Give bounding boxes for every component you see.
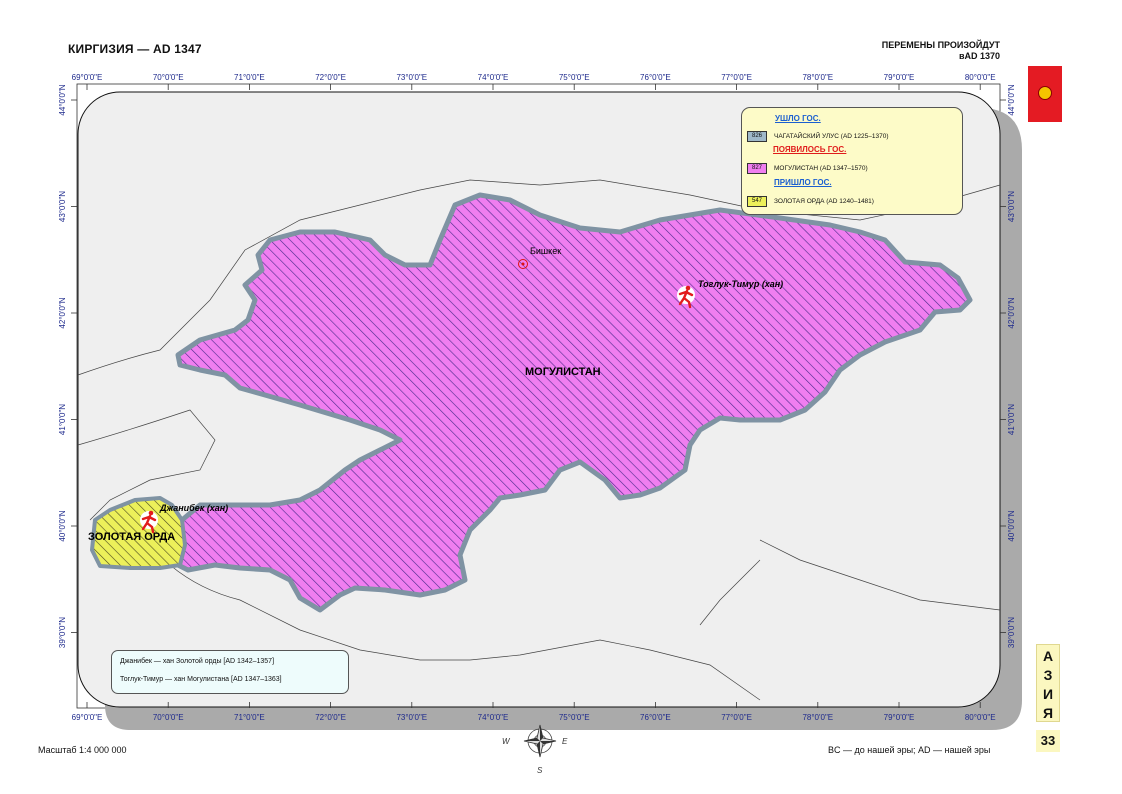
lon-label-top: 74°0'0"E [478, 73, 509, 82]
lon-label-bottom: 77°0'0"E [721, 713, 752, 722]
lon-label-top: 79°0'0"E [884, 73, 915, 82]
lon-label-bottom: 73°0'0"E [396, 713, 427, 722]
lat-label-right: 44°0'0"N [1007, 84, 1016, 115]
compass-rose-icon: W E S [502, 724, 568, 775]
longitude-ticks-top: 69°0'0"E 70°0'0"E 71°0'0"E 72°0'0"E 73°0'0"E… [72, 73, 996, 90]
changes-note: ПЕРЕМЕНЫ ПРОИЗОЙДУТ вAD 1370 [882, 40, 1000, 62]
lat-label-left: 44°0'0"N [58, 84, 67, 115]
scale-text: Масштаб 1:4 000 000 [38, 745, 127, 755]
svg-text:W: W [502, 737, 511, 746]
ruler-janibek-label: Джанибек (хан) [159, 503, 228, 513]
lon-label-bottom: 74°0'0"E [478, 713, 509, 722]
lon-label-top: 71°0'0"E [234, 73, 265, 82]
legend-came-label: ЗОЛОТАЯ ОРДА (AD 1240–1481) [774, 198, 874, 205]
lat-label-left: 43°0'0"N [58, 191, 67, 222]
lon-label-top: 78°0'0"E [802, 73, 833, 82]
lon-label-top: 70°0'0"E [153, 73, 184, 82]
lon-label-top: 75°0'0"E [559, 73, 590, 82]
section-letter: З [1043, 667, 1053, 683]
legend-gone-heading[interactable]: УШЛО ГОС. [775, 114, 821, 123]
lon-label-top: 77°0'0"E [721, 73, 752, 82]
lat-label-right: 42°0'0"N [1007, 297, 1016, 328]
lon-label-top: 76°0'0"E [640, 73, 671, 82]
region-golden-horde-label: ЗОЛОТАЯ ОРДА [88, 531, 175, 543]
lon-label-bottom: 69°0'0"E [72, 713, 103, 722]
flag-emblem-icon [1038, 86, 1052, 100]
changes-line-2: вAD 1370 [958, 51, 1000, 61]
lon-label-bottom: 71°0'0"E [234, 713, 265, 722]
legend-came-heading[interactable]: ПРИШЛО ГОС. [774, 178, 832, 187]
rulers-note: Джанибек — хан Золотой орды [AD 1342–135… [111, 650, 349, 694]
svg-text:E: E [562, 737, 568, 746]
era-note: BC — до нашей эры; AD — нашей эры [828, 745, 991, 755]
legend-gone-swatch: 826 [747, 131, 767, 142]
lon-label-bottom: 75°0'0"E [559, 713, 590, 722]
lon-label-bottom: 78°0'0"E [802, 713, 833, 722]
lon-label-top: 73°0'0"E [396, 73, 427, 82]
lat-label-left: 41°0'0"N [58, 404, 67, 435]
lat-label-left: 42°0'0"N [58, 297, 67, 328]
lon-label-top: 80°0'0"E [965, 73, 996, 82]
legend-gone-label: ЧАГАТАЙСКИЙ УЛУС (AD 1225–1370) [774, 133, 889, 140]
section-letter: И [1042, 686, 1054, 702]
lon-label-top: 69°0'0"E [72, 73, 103, 82]
lat-label-right: 40°0'0"N [1007, 510, 1016, 541]
lat-label-left: 40°0'0"N [58, 510, 67, 541]
page-title: КИРГИЗИЯ — AD 1347 [68, 42, 202, 56]
lon-label-bottom: 80°0'0"E [965, 713, 996, 722]
legend-came-swatch: 547 [747, 196, 767, 207]
lat-label-right: 43°0'0"N [1007, 191, 1016, 222]
lat-label-right: 41°0'0"N [1007, 404, 1016, 435]
legend-appeared-swatch: 827 [747, 163, 767, 174]
changes-line-1: ПЕРЕМЕНЫ ПРОИЗОЙДУТ [881, 40, 1000, 50]
lon-label-bottom: 72°0'0"E [315, 713, 346, 722]
section-letter: Я [1042, 705, 1054, 721]
lon-label-top: 72°0'0"E [315, 73, 346, 82]
lon-label-bottom: 70°0'0"E [153, 713, 184, 722]
lat-label-left: 39°0'0"N [58, 617, 67, 648]
note-line-2: Тоглук-Тимур — хан Могулистана [AD 1347–… [120, 676, 282, 683]
svg-text:S: S [537, 766, 543, 775]
section-tab-asia[interactable]: А З И Я [1036, 644, 1060, 722]
page-number: 33 [1036, 730, 1060, 752]
region-mogulistan-label: МОГУЛИСТАН [525, 366, 601, 378]
lat-label-right: 39°0'0"N [1007, 617, 1016, 648]
ruler-toglug-timur-label: Тоглук-Тимур (хан) [698, 279, 783, 289]
section-letter: А [1042, 648, 1054, 664]
city-bishkek-label: Бишкек [530, 246, 561, 256]
lon-label-bottom: 76°0'0"E [640, 713, 671, 722]
legend-appeared-label: МОГУЛИСТАН (AD 1347–1570) [774, 165, 868, 172]
lon-label-bottom: 79°0'0"E [884, 713, 915, 722]
legend: УШЛО ГОС. 826 ЧАГАТАЙСКИЙ УЛУС (AD 1225–… [741, 107, 963, 215]
latitude-ticks-left: 44°0'0"N 43°0'0"N 42°0'0"N 41°0'0"N 40°0'0"N… [58, 84, 77, 648]
legend-appeared-heading[interactable]: ПОЯВИЛОСЬ ГОС. [773, 145, 846, 154]
note-line-1: Джанибек — хан Золотой орды [AD 1342–135… [120, 658, 275, 665]
